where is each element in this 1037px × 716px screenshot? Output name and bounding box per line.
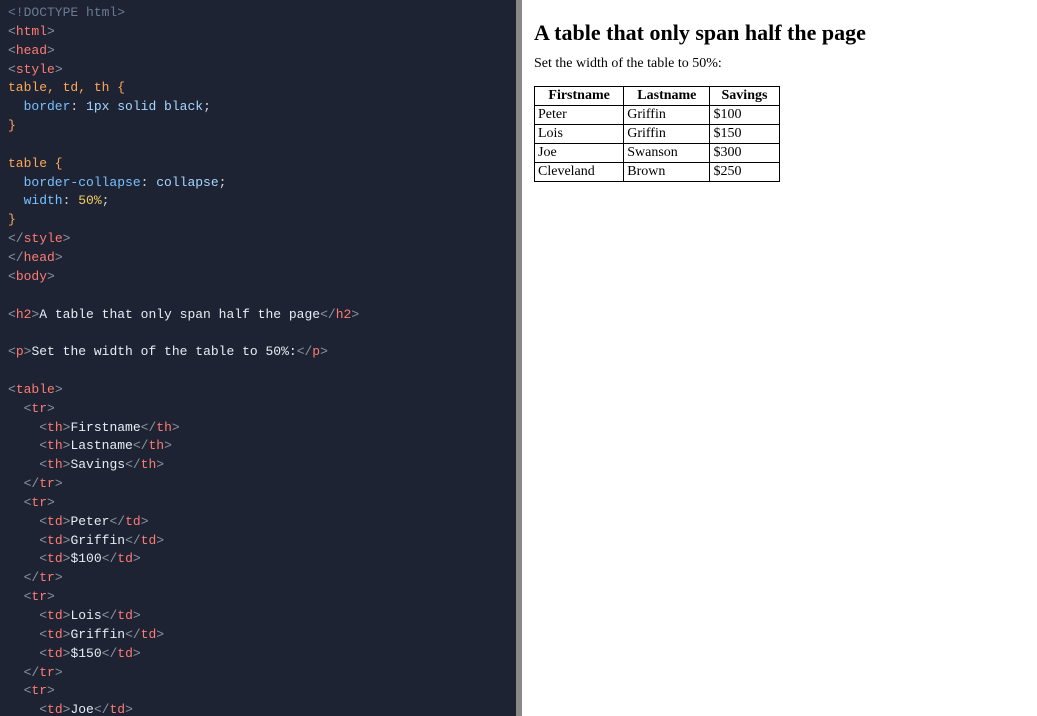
code-tag-body: body xyxy=(16,269,47,284)
table-cell: $250 xyxy=(710,163,779,182)
code-css-brace: } xyxy=(8,212,16,227)
code-tag-html: html xyxy=(16,24,47,39)
code-td-text: Griffin xyxy=(70,627,125,642)
preview-paragraph: Set the width of the table to 50%: xyxy=(534,56,1025,72)
table-cell: Cleveland xyxy=(535,163,624,182)
preview-heading: A table that only span half the page xyxy=(534,20,1025,46)
preview-pane: A table that only span half the page Set… xyxy=(522,0,1037,716)
table-row: Joe Swanson $300 xyxy=(535,144,780,163)
code-tag-style-close: style xyxy=(24,231,63,246)
code-td-text: $150 xyxy=(70,646,101,661)
code-css-prop: border-collapse xyxy=(8,175,141,190)
table-header-cell: Savings xyxy=(710,87,779,106)
code-css-value: collapse xyxy=(156,175,218,190)
table-cell: $100 xyxy=(710,106,779,125)
table-cell: Lois xyxy=(535,125,624,144)
code-td-text: Joe xyxy=(70,702,93,716)
table-row: Cleveland Brown $250 xyxy=(535,163,780,182)
table-row: Peter Griffin $100 xyxy=(535,106,780,125)
code-th-text: Lastname xyxy=(70,438,132,453)
code-tag-tr: tr xyxy=(31,401,47,416)
code-css-prop: width xyxy=(8,193,63,208)
table-row: Lois Griffin $150 xyxy=(535,125,780,144)
code-tag-head: head xyxy=(16,43,47,58)
table-cell: Peter xyxy=(535,106,624,125)
code-th-text: Savings xyxy=(70,457,125,472)
code-tag-head-close: head xyxy=(24,250,55,265)
code-td-text: Lois xyxy=(70,608,101,623)
table-cell: Brown xyxy=(624,163,710,182)
code-th-text: Firstname xyxy=(70,420,140,435)
code-text-h2: A table that only span half the page xyxy=(39,307,320,322)
code-tag-style: style xyxy=(16,62,55,77)
code-td-text: $100 xyxy=(70,551,101,566)
code-css-brace: } xyxy=(8,118,16,133)
code-css-selector: table { xyxy=(8,156,63,171)
table-header-cell: Firstname xyxy=(535,87,624,106)
table-cell: Joe xyxy=(535,144,624,163)
code-css-value: 50% xyxy=(78,193,101,208)
code-text-p: Set the width of the table to 50%: xyxy=(31,344,296,359)
code-tag-p: p xyxy=(16,344,24,359)
table-cell: $300 xyxy=(710,144,779,163)
table-cell: Griffin xyxy=(624,106,710,125)
table-cell: Griffin xyxy=(624,125,710,144)
preview-table: Firstname Lastname Savings Peter Griffin… xyxy=(534,86,780,182)
code-td-text: Peter xyxy=(70,514,109,529)
table-header-cell: Lastname xyxy=(624,87,710,106)
code-css-prop: border xyxy=(8,99,70,114)
code-css-value: 1px solid black xyxy=(86,99,203,114)
table-header-row: Firstname Lastname Savings xyxy=(535,87,780,106)
code-tag-h2: h2 xyxy=(16,307,32,322)
table-cell: $150 xyxy=(710,125,779,144)
code-editor-pane[interactable]: <!DOCTYPE html> <html> <head> <style> ta… xyxy=(0,0,516,716)
code-doctype: <!DOCTYPE html> xyxy=(8,5,125,20)
table-cell: Swanson xyxy=(624,144,710,163)
code-td-text: Griffin xyxy=(70,533,125,548)
code-tag-table: table xyxy=(16,382,55,397)
code-css-selector: table, td, th { xyxy=(8,80,125,95)
